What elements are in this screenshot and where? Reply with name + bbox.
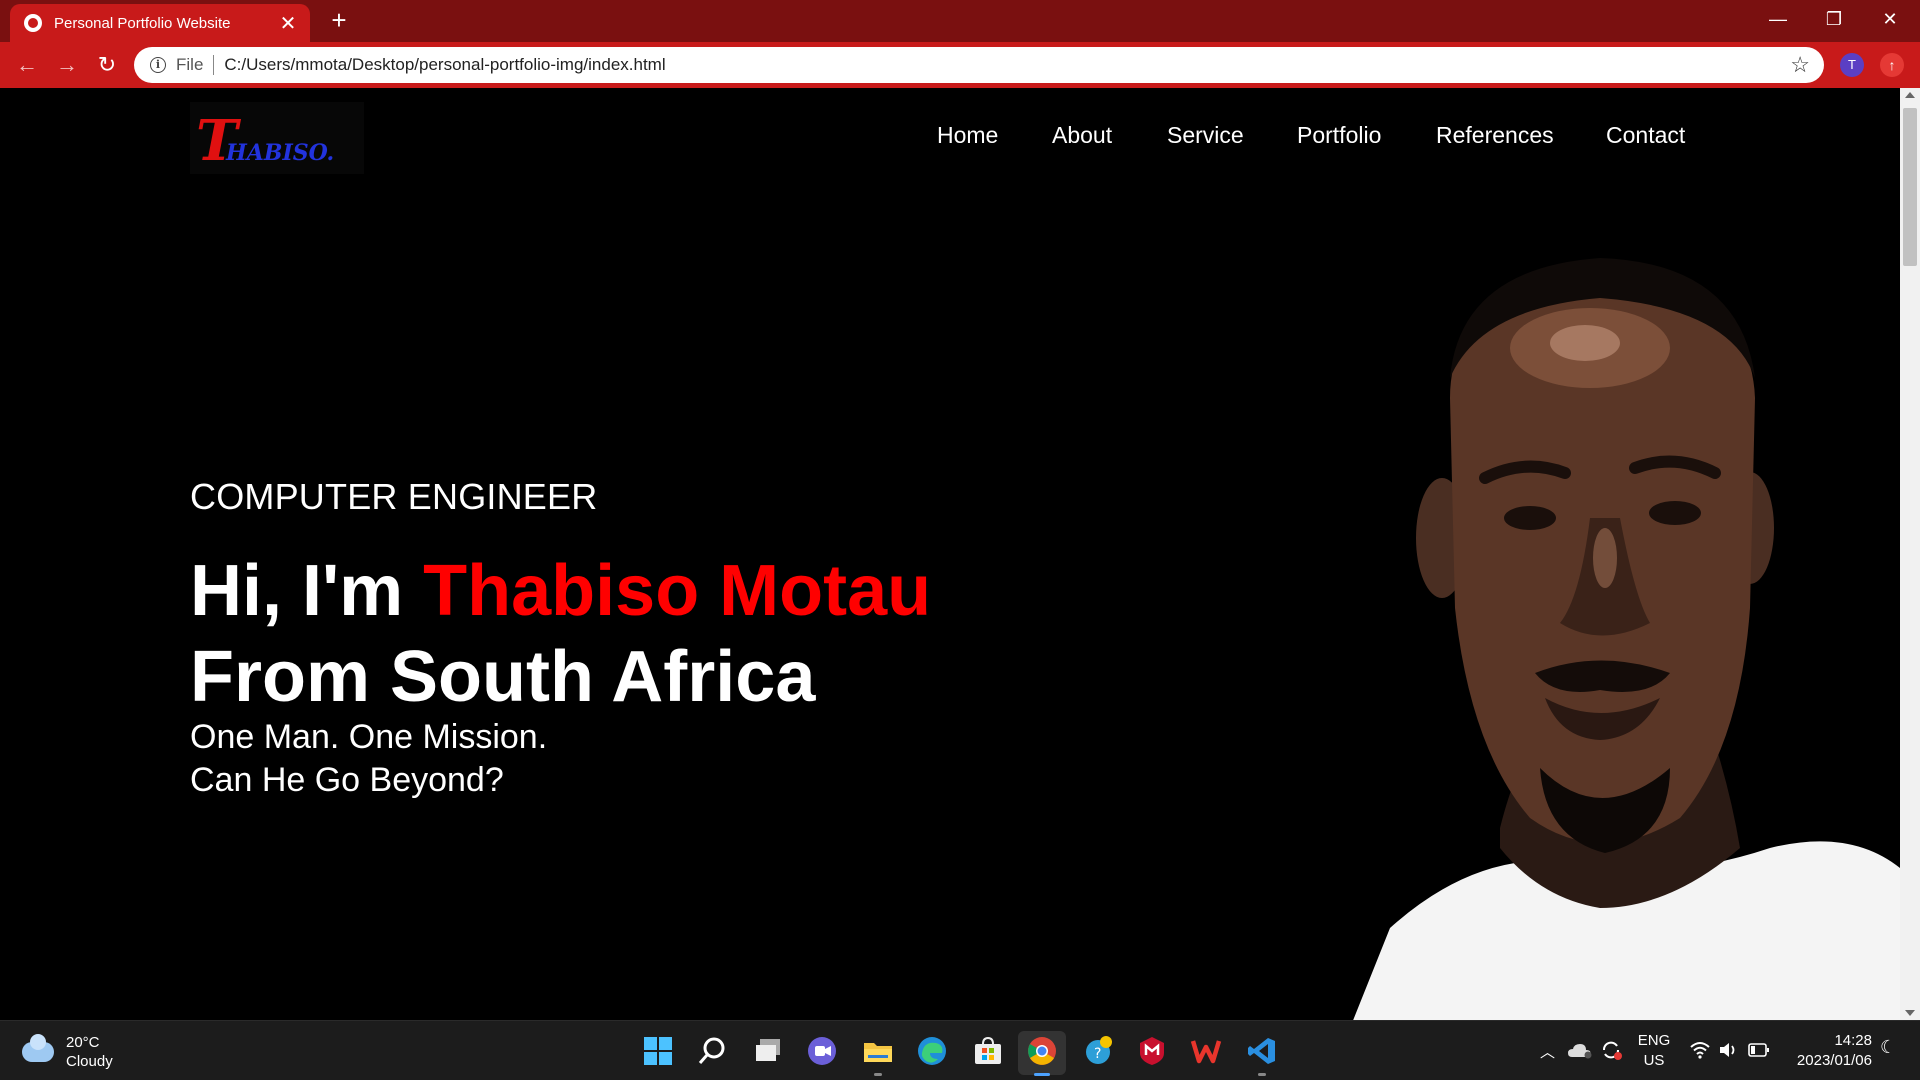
restore-icon[interactable]: ❐ [1806, 0, 1862, 40]
forward-icon[interactable]: → [52, 50, 82, 80]
search-icon[interactable] [696, 1035, 728, 1067]
store-icon[interactable] [972, 1035, 1004, 1067]
file-explorer-icon[interactable] [862, 1035, 894, 1067]
nav-references[interactable]: References [1436, 122, 1554, 149]
back-icon[interactable]: ← [12, 50, 42, 80]
show-hidden-icons-chevron-icon[interactable]: ︿ [1540, 1041, 1555, 1062]
onedrive-cloud-icon[interactable] [1568, 1041, 1592, 1059]
scrollbar-thumb[interactable] [1903, 108, 1917, 266]
clock-time: 14:28 [1834, 1032, 1872, 1049]
svg-text:?: ? [1094, 1046, 1101, 1062]
cloud-icon [22, 1034, 54, 1062]
tagline-line-2: Can He Go Beyond? [190, 761, 504, 799]
region-code: US [1643, 1052, 1665, 1069]
profile-avatar[interactable]: T [1840, 53, 1864, 77]
reload-icon[interactable]: ↻ [92, 50, 122, 80]
browser-toolbar: ← → ↻ i File C:/Users/mmota/Desktop/pers… [0, 42, 1920, 88]
task-view-icon[interactable] [752, 1035, 784, 1067]
chrome-running-indicator [1034, 1073, 1050, 1076]
page-viewport: T HABISO. Home About Service Portfolio R… [0, 88, 1900, 1020]
url-separator [213, 55, 215, 75]
battery-icon[interactable] [1748, 1042, 1770, 1058]
nav-service[interactable]: Service [1167, 122, 1244, 149]
explorer-running-indicator [874, 1073, 882, 1076]
nav-portfolio[interactable]: Portfolio [1297, 122, 1381, 149]
address-bar[interactable]: i File C:/Users/mmota/Desktop/personal-p… [134, 47, 1824, 83]
tab-title: Personal Portfolio Website [54, 14, 231, 32]
url-scheme: File [176, 55, 204, 74]
nav-contact[interactable]: Contact [1606, 122, 1685, 149]
browser-tab[interactable]: Personal Portfolio Website ✕ [10, 4, 310, 42]
minimize-icon[interactable]: — [1750, 0, 1806, 40]
update-arrow-icon[interactable]: ↑ [1880, 53, 1904, 77]
wps-office-icon[interactable] [1190, 1035, 1222, 1067]
info-icon[interactable]: i [150, 57, 166, 73]
scroll-up-arrow-icon[interactable] [1905, 92, 1915, 98]
url-text[interactable]: C:/Users/mmota/Desktop/personal-portfoli… [224, 55, 1790, 75]
new-tab-button[interactable]: + [324, 6, 354, 36]
notification-moon-icon[interactable]: ☾ [1880, 1037, 1896, 1058]
bookmark-star-icon[interactable]: ☆ [1790, 52, 1810, 78]
clock[interactable]: 14:28 2023/01/06 [1780, 1031, 1872, 1071]
tagline-line-1: One Man. One Mission. [190, 718, 548, 756]
site-logo[interactable]: T HABISO. [190, 102, 364, 174]
logo-text: HABISO. [226, 140, 335, 166]
portrait-photo [1353, 258, 1900, 1020]
window-close-icon[interactable]: ✕ [1862, 0, 1918, 40]
weather-condition: Cloudy [66, 1053, 113, 1070]
hero-headline: Hi, I'm Thabiso Motau From South Africa [190, 548, 931, 720]
weather-temp: 20°C [66, 1034, 100, 1051]
clock-date: 2023/01/06 [1796, 1052, 1872, 1069]
vscode-icon[interactable] [1246, 1035, 1278, 1067]
close-tab-icon[interactable]: ✕ [278, 11, 298, 36]
wifi-icon[interactable] [1690, 1041, 1710, 1059]
headline-greeting: Hi, I'm [190, 551, 424, 631]
teams-chat-icon[interactable] [806, 1035, 838, 1067]
language-indicator[interactable]: ENG US [1636, 1031, 1672, 1071]
vscode-running-indicator [1258, 1073, 1266, 1076]
volume-icon[interactable] [1718, 1041, 1738, 1059]
sync-icon[interactable] [1600, 1039, 1622, 1061]
windows-taskbar: 20°C Cloudy ? ︿ ENG US 14:28 2023/01/06 … [0, 1020, 1920, 1080]
headline-name: Thabiso Motau [423, 551, 932, 631]
globe-favicon-icon [24, 14, 42, 32]
nav-home[interactable]: Home [937, 122, 998, 149]
browser-tab-bar: Personal Portfolio Website ✕ + — ❐ ✕ [0, 0, 1920, 42]
headline-origin: From South Africa [190, 637, 816, 717]
nav-about[interactable]: About [1052, 122, 1112, 149]
weather-widget[interactable]: 20°C Cloudy [22, 1033, 113, 1071]
hero-subtitle: COMPUTER ENGINEER [190, 476, 598, 517]
page-scrollbar[interactable] [1900, 88, 1920, 1020]
edge-icon[interactable] [916, 1035, 948, 1067]
language-code: ENG [1637, 1032, 1671, 1049]
chrome-icon[interactable] [1026, 1035, 1058, 1067]
settings-icon[interactable]: ? [1082, 1035, 1114, 1067]
hero-tagline: One Man. One Mission. Can He Go Beyond? [190, 716, 547, 802]
mcafee-icon[interactable] [1136, 1035, 1168, 1067]
start-icon[interactable] [642, 1035, 674, 1067]
scroll-down-arrow-icon[interactable] [1905, 1010, 1915, 1016]
